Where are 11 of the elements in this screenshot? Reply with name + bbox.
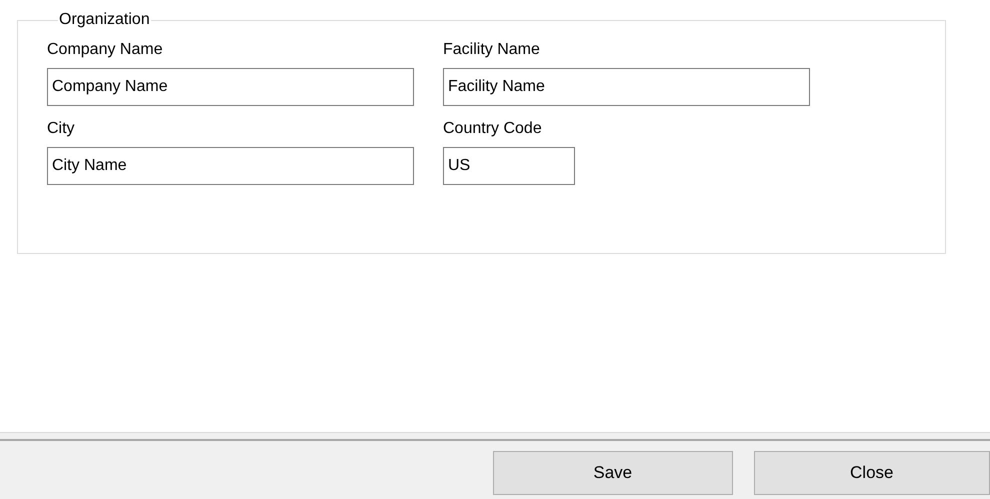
field-label: Company Name bbox=[47, 41, 164, 60]
field-label: Facility Name bbox=[443, 41, 541, 60]
field-label: Country Code bbox=[443, 120, 543, 139]
text-field[interactable]: US bbox=[443, 147, 575, 185]
text-field[interactable]: Company Name bbox=[47, 68, 414, 106]
text-field[interactable]: Facility Name bbox=[443, 68, 810, 106]
field-label: City bbox=[47, 120, 76, 139]
group-title: Organization bbox=[58, 11, 151, 29]
save-button[interactable]: Save bbox=[493, 451, 732, 495]
text-field[interactable]: City Name bbox=[47, 147, 414, 185]
close-button[interactable]: Close bbox=[754, 451, 990, 495]
